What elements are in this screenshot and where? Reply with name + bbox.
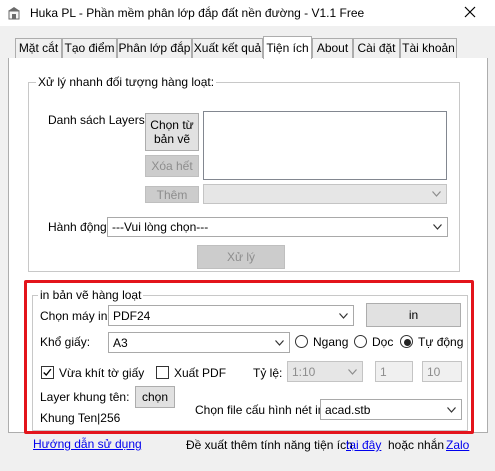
tab-label: Tiện ích: [266, 41, 309, 55]
zalo-link[interactable]: Zalo: [446, 438, 469, 452]
quick-process-group-title: Xử lý nhanh đối tượng hàng loạt:: [36, 75, 217, 89]
user-guide-link[interactable]: Hướng dẫn sử dụng: [33, 437, 142, 451]
clear-all-label: Xóa hết: [151, 159, 193, 173]
chevron-down-icon: [432, 191, 441, 197]
tab-about[interactable]: About: [312, 38, 353, 58]
layer-combo[interactable]: [203, 184, 447, 204]
tab-tien-ich[interactable]: Tiện ích: [263, 36, 312, 59]
tab-tao-diem[interactable]: Tạo điểm: [62, 38, 117, 58]
tab-label: Phân lớp đắp: [118, 41, 191, 55]
add-layer-label: Thêm: [156, 187, 188, 202]
add-layer-button[interactable]: Thêm: [145, 186, 199, 203]
action-combo-value: ---Vui lòng chọn---: [112, 220, 209, 234]
tab-tai-khoan[interactable]: Tài khoản: [400, 38, 457, 58]
tab-mat-cat[interactable]: Mặt cắt: [15, 38, 62, 58]
tab-phan-lop-dap[interactable]: Phân lớp đắp: [117, 38, 192, 58]
action-combo[interactable]: ---Vui lòng chọn---: [107, 217, 448, 237]
tab-xuat-ket-qua[interactable]: Xuất kết quả: [192, 38, 263, 58]
or-message-text: hoặc nhắn: [388, 438, 445, 452]
pick-from-drawing-label: Chọn từ bản vẽ: [150, 118, 194, 146]
tab-label: Tạo điểm: [64, 41, 115, 55]
suggest-feature-text: Đề xuất thêm tính năng tiện ích: [186, 438, 353, 452]
tab-label: Mặt cắt: [18, 41, 59, 55]
layers-listbox[interactable]: [203, 111, 447, 180]
process-label: Xử lý: [226, 250, 256, 264]
process-button[interactable]: Xử lý: [197, 245, 285, 269]
close-icon: [464, 6, 476, 18]
here-link[interactable]: tại đây: [346, 438, 381, 452]
tab-label: Xuất kết quả: [193, 41, 262, 55]
chevron-down-icon: [433, 224, 442, 230]
pick-from-drawing-button[interactable]: Chọn từ bản vẽ: [145, 113, 199, 151]
highlight-frame: [24, 280, 474, 434]
tab-label: About: [316, 41, 349, 55]
app-logo-icon: [8, 7, 20, 20]
tab-label: Cài đặt: [357, 41, 396, 55]
action-label: Hành động:: [48, 220, 111, 234]
tab-label: Tài khoản: [402, 41, 455, 55]
window-title: Huka PL - Phần mềm phân lớp đắp đất nền …: [30, 6, 365, 20]
clear-all-button[interactable]: Xóa hết: [145, 155, 199, 177]
layers-label: Danh sách Layers:: [48, 113, 149, 127]
tab-cai-dat[interactable]: Cài đặt: [353, 38, 400, 58]
